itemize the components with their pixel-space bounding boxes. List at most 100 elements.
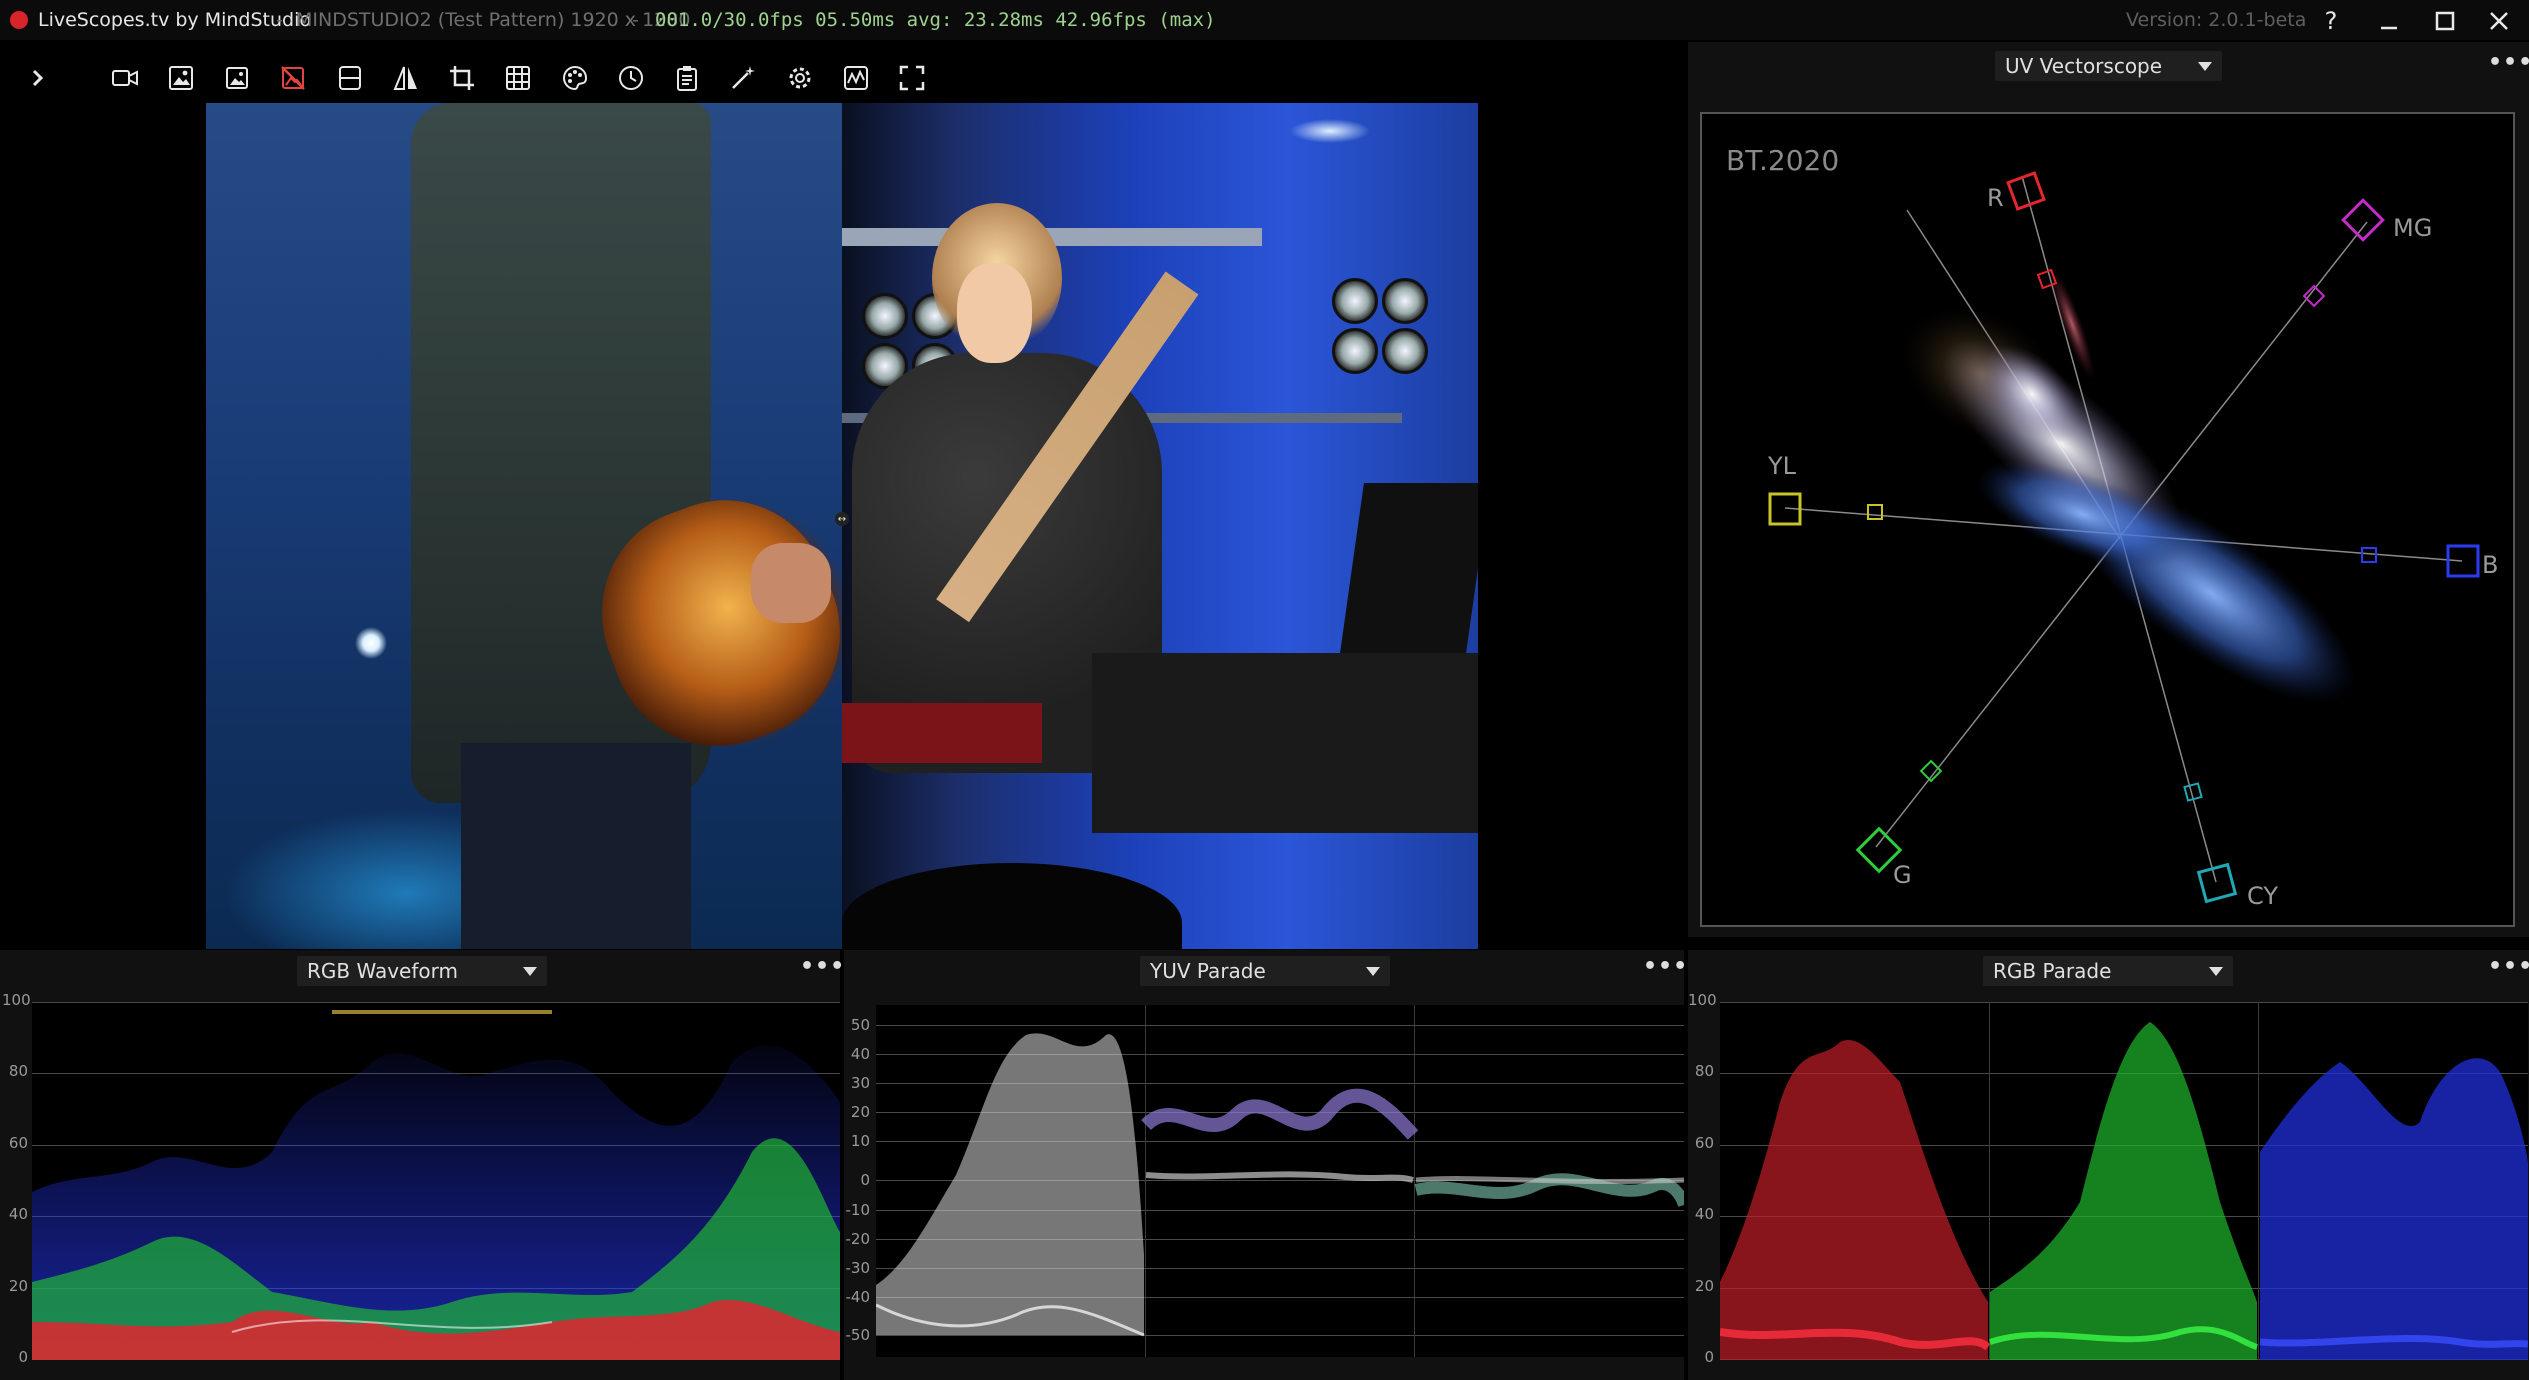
yuv-scale-minus-20: -20: [845, 1230, 871, 1248]
flip-button[interactable]: [386, 58, 426, 98]
magic-wand-icon: [732, 66, 755, 89]
waveform-scale-80: 80: [8, 1062, 28, 1080]
parade-scale-80: 80: [1694, 1062, 1714, 1080]
crop-icon: [450, 66, 474, 90]
caret-down-icon: [2209, 966, 2223, 976]
close-button[interactable]: [2474, 4, 2524, 38]
grid-icon: [506, 66, 530, 90]
crop-button[interactable]: [442, 58, 482, 98]
waveform-selector-label: RGB Waveform: [307, 959, 458, 983]
parade-scale-100: 100: [1688, 991, 1717, 1009]
waveform-settings-icon: [844, 66, 868, 90]
parade-scale-40: 40: [1694, 1205, 1714, 1223]
image-off-button[interactable]: [273, 58, 313, 98]
waveform-scale-20: 20: [8, 1277, 28, 1295]
parade-scale-60: 60: [1694, 1134, 1714, 1152]
title-separator: -: [276, 9, 283, 31]
help-button[interactable]: ?: [2306, 4, 2356, 38]
app-title: LiveScopes.tv by MindStudio: [38, 9, 311, 31]
minimize-button[interactable]: [2364, 4, 2414, 38]
caret-down-icon: [2198, 61, 2212, 71]
maximize-icon: [2435, 11, 2455, 31]
expand-sidebar-button[interactable]: [18, 58, 58, 98]
flip-icon: [393, 66, 417, 90]
yuv-scale-40: 40: [850, 1045, 870, 1063]
target-cyan: [2183, 782, 2238, 904]
grid-button[interactable]: [498, 58, 538, 98]
version-label: Version: 2.0.1-beta: [2126, 9, 2307, 31]
fullscreen-button[interactable]: [892, 58, 932, 98]
image-compare-icon: [169, 66, 193, 90]
minimize-icon: [2381, 26, 2397, 30]
magic-wand-button[interactable]: [723, 58, 763, 98]
vectorscope-selector[interactable]: UV Vectorscope: [1995, 51, 2222, 81]
yuv-scale-minus-40: -40: [845, 1288, 871, 1306]
maximize-button[interactable]: [2420, 4, 2470, 38]
split-handle[interactable]: ↔: [835, 512, 849, 526]
yuv-scale-minus-30: -30: [845, 1259, 871, 1277]
vectorscope-display: BT.2020 R MG YL B G CY: [1700, 112, 2515, 927]
split-horizontal-button[interactable]: [330, 58, 370, 98]
yuv-parade-selector-label: YUV Parade: [1150, 959, 1266, 983]
yuv-scale-30: 30: [850, 1074, 870, 1092]
target-label-g: G: [1893, 861, 1912, 889]
parade-scale-0: 0: [1704, 1348, 1714, 1366]
yuv-scale-minus-50: -50: [845, 1326, 871, 1344]
vectorscope-more-button[interactable]: •••: [2488, 52, 2529, 76]
target-label-mg: MG: [2393, 214, 2433, 242]
chevron-right-icon: [32, 69, 44, 87]
app-logo-icon: [10, 11, 28, 29]
color-palette-button[interactable]: [555, 58, 595, 98]
fullscreen-icon: [899, 65, 925, 91]
rgb-parade-selector-label: RGB Parade: [1993, 959, 2112, 983]
camera-button[interactable]: [105, 58, 145, 98]
rgb-waveform-display: [32, 1002, 840, 1360]
camera-icon: [112, 70, 138, 86]
clipboard-icon: [677, 66, 697, 91]
yuv-parade-more-button[interactable]: •••: [1643, 956, 1687, 980]
yuv-parade-selector[interactable]: YUV Parade: [1140, 956, 1390, 986]
target-label-cy: CY: [2247, 882, 2278, 910]
vectorscope-selector-label: UV Vectorscope: [2005, 54, 2163, 78]
waveform-scale-40: 40: [8, 1205, 28, 1223]
waveform-selector[interactable]: RGB Waveform: [297, 956, 547, 986]
target-red: [2006, 171, 2058, 290]
waveform-more-button[interactable]: •••: [800, 956, 844, 980]
image-icon: [226, 67, 248, 89]
yuv-parade-display: [876, 1005, 1684, 1357]
clock-button[interactable]: [611, 58, 651, 98]
target-yellow: [1768, 492, 1883, 526]
yuv-scale-0: 0: [860, 1171, 870, 1189]
waveform-scale-0: 0: [18, 1348, 28, 1366]
color-palette-icon: [563, 65, 588, 91]
settings-button[interactable]: [780, 58, 820, 98]
title-separator: -: [632, 9, 639, 31]
target-label-yl: YL: [1768, 452, 1797, 480]
rgb-parade-more-button[interactable]: •••: [2488, 956, 2529, 980]
source-image-left: [206, 103, 871, 949]
split-horizontal-icon: [339, 66, 361, 90]
performance-stats: 001.0/30.0fps 05.50ms avg: 23.28ms 42.96…: [655, 9, 1216, 31]
clipboard-button[interactable]: [667, 58, 707, 98]
yuv-scale-20: 20: [850, 1103, 870, 1121]
image-off-icon: [281, 66, 305, 90]
waveform-scale-60: 60: [8, 1134, 28, 1152]
target-label-r: R: [1987, 184, 2004, 212]
close-icon: [2490, 12, 2508, 30]
yuv-scale-50: 50: [850, 1016, 870, 1034]
image-compare-button[interactable]: [161, 58, 201, 98]
yuv-scale-minus-10: -10: [845, 1201, 871, 1219]
caret-down-icon: [1366, 966, 1380, 976]
image-viewport[interactable]: ↔: [206, 103, 1478, 949]
waveform-settings-button[interactable]: [836, 58, 876, 98]
caret-down-icon: [523, 966, 537, 976]
color-standard-label: BT.2020: [1726, 144, 1840, 177]
waveform-scale-100: 100: [2, 991, 31, 1009]
rgb-parade-selector[interactable]: RGB Parade: [1983, 956, 2233, 986]
clock-icon: [619, 66, 643, 90]
target-label-b: B: [2482, 551, 2499, 579]
rgb-parade-display: [1720, 1002, 2528, 1360]
image-button[interactable]: [217, 58, 257, 98]
settings-gear-icon: [789, 67, 811, 89]
parade-scale-20: 20: [1694, 1277, 1714, 1295]
